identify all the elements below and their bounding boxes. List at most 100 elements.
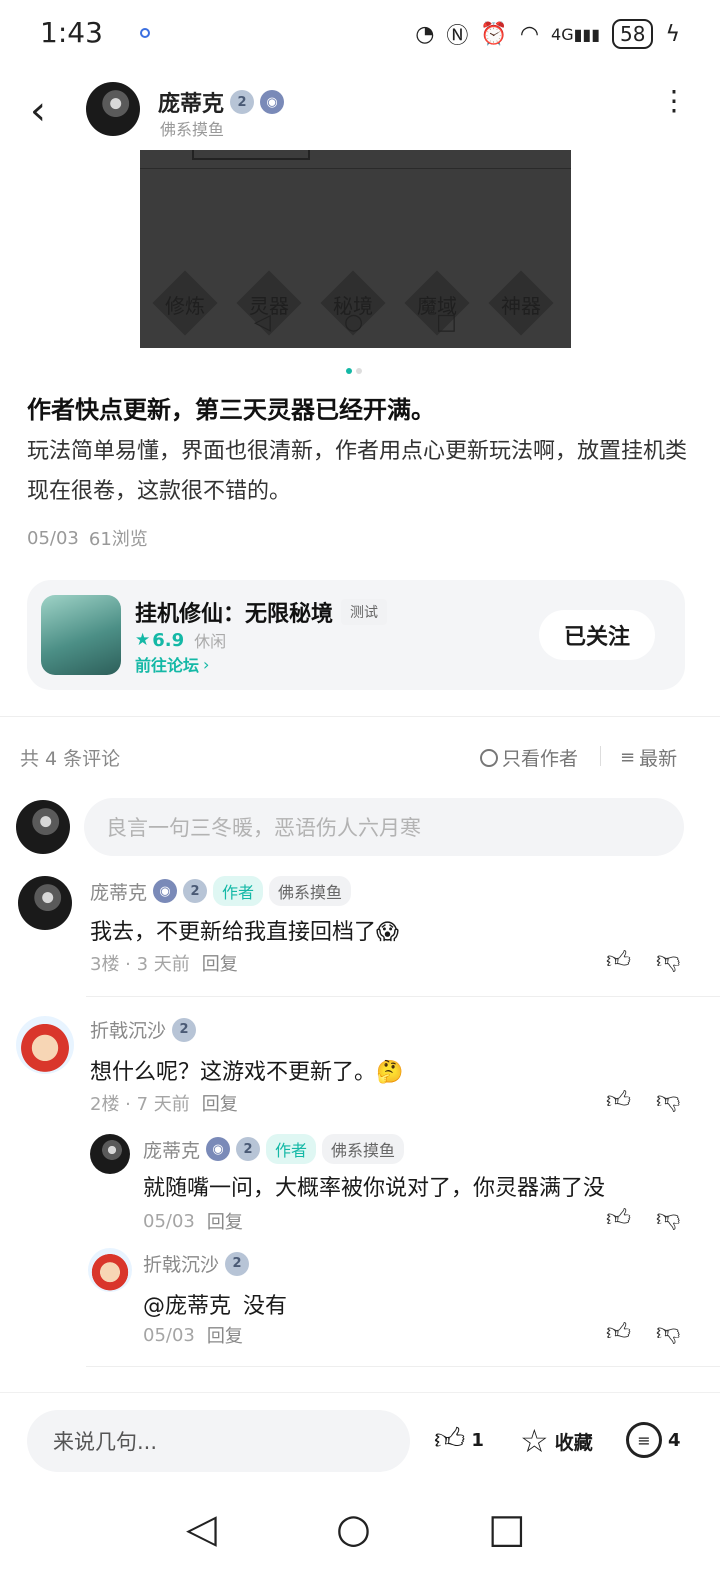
commenter-name[interactable]: 折戟沉沙: [90, 1016, 166, 1043]
sort-toggle[interactable]: ≡ 最新: [620, 744, 677, 771]
comment-meta: 3楼 · 3 天前 回复: [90, 950, 238, 976]
thumbs-down-icon[interactable]: 👎︎: [656, 1204, 680, 1233]
comment-floor-time: 3楼 · 3 天前: [90, 954, 190, 975]
reply-name[interactable]: 庞蒂克: [143, 1136, 200, 1163]
reply-meta: 05/03 回复: [143, 1208, 243, 1234]
level-badge-icon: 2: [183, 879, 208, 903]
back-button[interactable]: ‹: [30, 88, 46, 134]
radio-circle-icon[interactable]: [480, 748, 498, 767]
reply-button[interactable]: 回复: [202, 1090, 238, 1116]
gamepad-badge-icon: ◉: [260, 90, 285, 114]
game-rating: 6.9: [152, 629, 185, 651]
my-avatar: [16, 800, 70, 854]
reply-name[interactable]: 折戟沉沙: [143, 1250, 219, 1277]
author-name-row: 庞蒂克 2 ◉: [158, 86, 285, 118]
image-button-fragment: [192, 150, 310, 160]
post-views: 61浏览: [88, 529, 148, 550]
reply-date: 05/03: [143, 1324, 195, 1346]
level-badge-icon: 2: [236, 1137, 261, 1161]
image-top-line: [140, 168, 571, 169]
gamepad-badge-icon: ◉: [153, 879, 178, 903]
test-tag: 测试: [341, 599, 388, 625]
thumbs-down-icon[interactable]: 👎︎: [656, 946, 680, 975]
image-nav-home-icon: ○: [344, 310, 364, 335]
comment-header: 庞蒂克 ◉ 2 作者 佛系摸鱼: [90, 876, 352, 906]
follow-button[interactable]: 已关注: [539, 610, 655, 660]
forum-link[interactable]: 前往论坛 ›: [135, 652, 209, 676]
reply-button[interactable]: 回复: [202, 950, 238, 976]
mention-text[interactable]: @庞蒂克: [143, 1288, 231, 1320]
notification-dot-icon: [140, 28, 150, 38]
like-button[interactable]: 👍︎ 1: [434, 1422, 484, 1458]
level-badge-icon: 2: [230, 90, 255, 114]
nav-recent-icon[interactable]: □: [488, 1506, 526, 1552]
sort-label[interactable]: 最新: [639, 744, 677, 771]
thumbs-down-icon[interactable]: 👎︎: [656, 1318, 680, 1347]
post-date: 05/03: [27, 527, 79, 549]
comment-bubble-icon[interactable]: ≡: [626, 1422, 662, 1458]
game-name-row: 挂机修仙：无限秘境 测试: [135, 596, 388, 628]
author-name[interactable]: 庞蒂克: [158, 86, 224, 118]
speed-icon: ◔: [415, 21, 435, 47]
more-options-icon[interactable]: ⋮: [660, 87, 688, 115]
reply-meta: 05/03 回复: [143, 1322, 243, 1348]
battery-indicator: 58: [612, 19, 654, 49]
game-name[interactable]: 挂机修仙：无限秘境: [135, 596, 333, 628]
game-card[interactable]: 挂机修仙：无限秘境 测试 ★ 6.9 休闲 前往论坛 › 已关注: [27, 580, 685, 690]
author-title: 佛系摸鱼: [160, 120, 225, 139]
title-tag: 佛系摸鱼: [269, 876, 352, 906]
charging-icon: ϟ: [665, 21, 680, 47]
image-pager-dots: [346, 368, 362, 374]
comment-header: 折戟沉沙 2: [90, 1016, 197, 1043]
nav-back-icon[interactable]: ◁: [186, 1506, 217, 1552]
chevron-right-icon: ›: [203, 654, 210, 674]
comment-divider: [86, 996, 720, 997]
reply-content: @庞蒂克 没有: [143, 1288, 287, 1320]
comment-input[interactable]: 良言一句三冬暖，恶语伤人六月寒: [84, 798, 684, 856]
thumbs-up-icon[interactable]: 👍︎: [606, 1318, 631, 1347]
thumbs-up-icon[interactable]: 👍︎: [606, 1086, 631, 1115]
star-icon: ★: [135, 630, 151, 650]
reply-header: 庞蒂克 ◉ 2 作者 佛系摸鱼: [143, 1134, 405, 1164]
commenter-name[interactable]: 庞蒂克: [90, 878, 147, 905]
image-label: 修炼: [165, 294, 205, 318]
comment-floor-time: 2楼 · 7 天前: [90, 1094, 190, 1115]
post-image[interactable]: 修炼 灵器 秘境 魔域 神器 ◁ ○ □: [140, 150, 571, 348]
title-tag: 佛系摸鱼: [322, 1134, 405, 1164]
game-rating-row: ★ 6.9 休闲: [135, 628, 226, 652]
reply-avatar[interactable]: [88, 1248, 132, 1292]
comment-text: 想什么呢？这游戏不更新了。🤔: [90, 1060, 404, 1085]
thumbs-down-icon[interactable]: 👎︎: [656, 1086, 680, 1115]
thumbs-up-icon[interactable]: 👍︎: [434, 1422, 465, 1458]
status-icons: ◔ Ⓝ ⏰ ◠ 4G▮▮▮ 58 ϟ: [415, 18, 680, 50]
thumbs-up-icon[interactable]: 👍︎: [606, 946, 631, 975]
nfc-icon: Ⓝ: [446, 24, 469, 49]
forum-link-label[interactable]: 前往论坛: [135, 652, 199, 676]
alarm-icon: ⏰: [480, 21, 508, 47]
author-only-label[interactable]: 只看作者: [502, 744, 578, 771]
author-tag: 作者: [213, 876, 264, 906]
reply-avatar[interactable]: [90, 1134, 130, 1174]
commenter-avatar[interactable]: [18, 876, 72, 930]
status-time: 1:43: [40, 16, 103, 49]
game-genre: 休闲: [194, 632, 227, 651]
author-only-toggle[interactable]: 只看作者: [480, 744, 578, 771]
thumbs-up-icon[interactable]: 👍︎: [606, 1204, 631, 1233]
commenter-avatar[interactable]: [16, 1016, 74, 1074]
wifi-icon: ◠: [519, 21, 540, 47]
reply-button[interactable]: 回复: [207, 1208, 243, 1234]
author-avatar[interactable]: [86, 82, 140, 136]
comment-button[interactable]: ≡ 4: [626, 1422, 681, 1458]
image-nav-back-icon: ◁: [254, 310, 271, 335]
section-divider: [0, 716, 720, 717]
star-icon[interactable]: ☆: [520, 1422, 549, 1460]
game-icon[interactable]: [41, 595, 121, 675]
sort-icon[interactable]: ≡: [620, 747, 635, 768]
nav-home-icon[interactable]: ○: [336, 1506, 371, 1552]
post-body: 玩法简单易懂，界面也很清新，作者用点心更新玩法啊，放置挂机类现在很卷，这款很不错…: [27, 439, 688, 504]
favorite-button[interactable]: ☆ 收藏: [520, 1422, 593, 1460]
reply-date: 05/03: [143, 1210, 195, 1232]
reply-button[interactable]: 回复: [207, 1322, 243, 1348]
bottom-comment-input[interactable]: 来说几句...: [27, 1410, 410, 1472]
comment-meta: 2楼 · 7 天前 回复: [90, 1090, 238, 1116]
